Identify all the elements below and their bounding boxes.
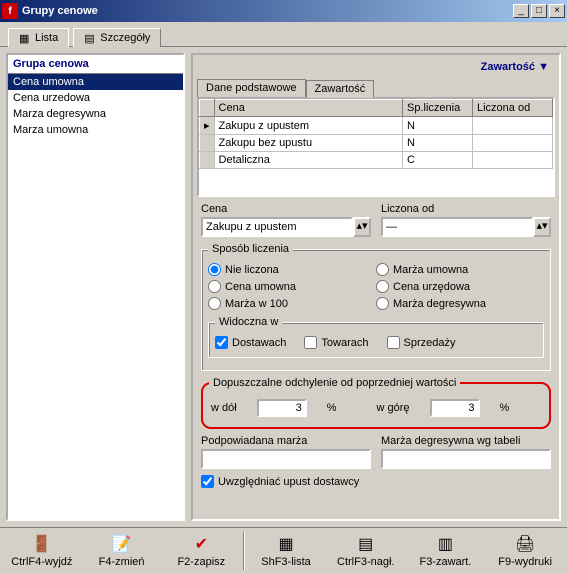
btn-wyjdz[interactable]: 🚪CtrlF4-wyjdź [2, 532, 82, 570]
wdol-input[interactable] [257, 399, 307, 417]
btn-zawart[interactable]: ▥F3-zawart. [406, 532, 486, 570]
cell[interactable]: N [403, 135, 473, 152]
row-indicator-header [200, 100, 215, 117]
liczona-label: Liczona od [381, 203, 551, 215]
main-tabs: ▦ Lista ▤ Szczegóły [0, 22, 567, 47]
detail-header: Zawartość ▼ [197, 59, 555, 75]
btn-nagl[interactable]: ▤CtrlF3-nagł. [326, 532, 406, 570]
list-icon: ▦ [276, 534, 296, 554]
group-list-panel: Grupa cenowa Cena umowna Cena urzedowa M… [6, 53, 185, 521]
radio-cena-umowna[interactable]: Cena umowna [208, 278, 376, 295]
content-icon: ▥ [435, 534, 455, 554]
bottom-toolbar: 🚪CtrlF4-wyjdź 📝F4-zmień ✔F2-zapisz ▦ShF3… [0, 527, 567, 574]
details-icon: ▤ [84, 32, 96, 44]
tab-szczegoly[interactable]: ▤ Szczegóły [73, 28, 161, 47]
tab-label: Lista [35, 32, 58, 44]
tab-label: Szczegóły [100, 32, 150, 44]
marza-deg-label: Marża degresywna wg tabeli [381, 435, 551, 447]
widoczna-group: Widoczna w Dostawach Towarach Sprzedaży [208, 316, 544, 358]
detail-header-text: Zawartość [481, 61, 535, 73]
titlebar: f Grupy cenowe _ □ × [0, 0, 567, 22]
cell[interactable] [473, 152, 553, 169]
check-dostawach[interactable]: Dostawach [215, 336, 286, 349]
col-header[interactable]: Sp.liczenia [403, 100, 473, 117]
radio-marza-umowna[interactable]: Marża umowna [376, 261, 544, 278]
radio-nie-liczona[interactable]: Nie liczona [208, 261, 376, 278]
wdol-label: w dół [211, 402, 237, 414]
btn-lista[interactable]: ▦ShF3-lista [246, 532, 326, 570]
exit-icon: 🚪 [32, 534, 52, 554]
odchylenie-group: Dopuszczalne odchylenie od poprzedniej w… [201, 377, 551, 429]
close-button[interactable]: × [549, 4, 565, 18]
cell[interactable]: C [403, 152, 473, 169]
sposob-legend: Sposób liczenia [208, 243, 293, 255]
list-item[interactable]: Marza umowna [8, 122, 183, 138]
list-icon: ▦ [19, 32, 31, 44]
detail-panel: Zawartość ▼ Dane podstawowe Zawartość Ce… [191, 53, 561, 521]
separator [243, 532, 244, 570]
cena-label: Cena [201, 203, 371, 215]
liczona-combo[interactable]: ▴▾ [381, 217, 551, 237]
cena-combo[interactable]: ▴▾ [201, 217, 371, 237]
header-icon: ▤ [356, 534, 376, 554]
minimize-button[interactable]: _ [513, 4, 529, 18]
inner-tabs: Dane podstawowe Zawartość [197, 79, 555, 97]
cell[interactable]: Zakupu bez upustu [214, 135, 402, 152]
table-row[interactable]: Zakupu bez upustu N [200, 135, 553, 152]
spinner-up-icon[interactable]: ▴▾ [533, 217, 551, 237]
marza-label: Podpowiadana marża [201, 435, 371, 447]
wgore-input[interactable] [430, 399, 480, 417]
list-item[interactable]: Cena umowna [8, 74, 183, 90]
list-item[interactable]: Cena urzedowa [8, 90, 183, 106]
row-indicator: ▸ [200, 117, 215, 135]
btn-zmien[interactable]: 📝F4-zmień [82, 532, 162, 570]
tab-zawartosc[interactable]: Zawartość [306, 80, 375, 98]
group-list-header: Grupa cenowa [8, 55, 183, 74]
wgore-label: w górę [376, 402, 409, 414]
cell[interactable]: Detaliczna [214, 152, 402, 169]
sposob-liczenia-group: Sposób liczenia Nie liczona Marża umowna… [201, 243, 551, 371]
cell[interactable]: N [403, 117, 473, 135]
row-indicator [200, 135, 215, 152]
table-row[interactable]: ▸ Zakupu z upustem N [200, 117, 553, 135]
radio-cena-urzedowa[interactable]: Cena urzędowa [376, 278, 544, 295]
btn-wydruki[interactable]: 🖨F9-wydruki [485, 532, 565, 570]
radio-marza-degresywna[interactable]: Marża degresywna [376, 295, 544, 312]
check-upust[interactable]: Uwzględniać upust dostawcy [201, 475, 551, 488]
check-sprzedazy[interactable]: Sprzedaży [387, 336, 456, 349]
marza-deg-input[interactable] [381, 449, 551, 469]
print-icon: 🖨 [515, 534, 535, 554]
tab-dane-podstawowe[interactable]: Dane podstawowe [197, 79, 306, 97]
btn-zapisz[interactable]: ✔F2-zapisz [161, 532, 241, 570]
window-title: Grupy cenowe [22, 5, 513, 17]
col-header[interactable]: Cena [214, 100, 402, 117]
pct-label: % [500, 402, 510, 414]
row-indicator [200, 152, 215, 169]
odchylenie-legend: Dopuszczalne odchylenie od poprzedniej w… [209, 377, 460, 389]
check-towarach[interactable]: Towarach [304, 336, 368, 349]
col-header[interactable]: Liczona od [473, 100, 553, 117]
marza-input[interactable] [201, 449, 371, 469]
cena-input[interactable] [201, 217, 353, 237]
tab-lista[interactable]: ▦ Lista [8, 28, 69, 47]
widoczna-legend: Widoczna w [215, 316, 282, 328]
upust-label: Uwzględniać upust dostawcy [218, 476, 359, 488]
list-item[interactable]: Marza degresywna [8, 106, 183, 122]
radio-marza-100[interactable]: Marża w 100 [208, 295, 376, 312]
spinner-up-icon[interactable]: ▴▾ [353, 217, 371, 237]
liczona-input[interactable] [381, 217, 533, 237]
table-row[interactable]: Detaliczna C [200, 152, 553, 169]
app-icon: f [2, 3, 18, 19]
edit-icon: 📝 [112, 534, 132, 554]
maximize-button[interactable]: □ [531, 4, 547, 18]
pct-label: % [327, 402, 337, 414]
collapse-icon[interactable]: ▼ [538, 61, 549, 73]
price-grid[interactable]: Cena Sp.liczenia Liczona od ▸ Zakupu z u… [197, 97, 555, 197]
save-icon: ✔ [191, 534, 211, 554]
cell[interactable]: Zakupu z upustem [214, 117, 402, 135]
cell[interactable] [473, 135, 553, 152]
cell[interactable] [473, 117, 553, 135]
